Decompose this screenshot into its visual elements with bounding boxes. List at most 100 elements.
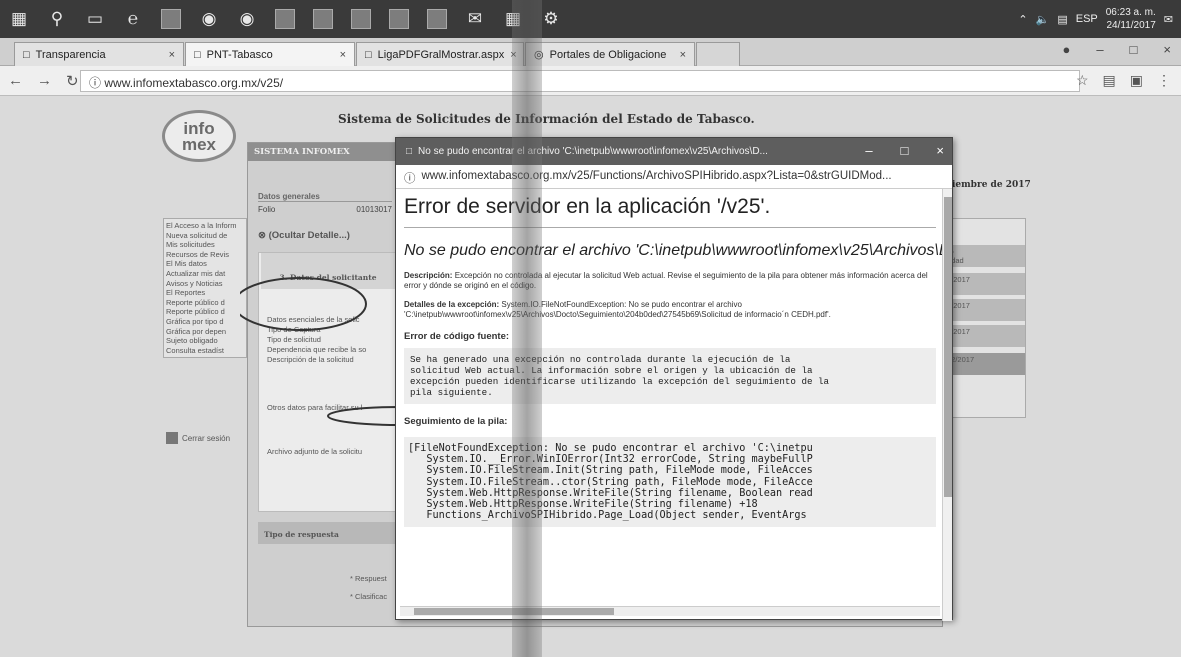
- edge-icon[interactable]: ℮: [114, 0, 152, 38]
- logout-link[interactable]: Cerrar sesión: [166, 432, 230, 444]
- taskbar: ▦ ⚲ ▭ ℮ ◉ ◉ ✉ ▦ ⚙ ⌃ 🔈 ▤ ESP 06:23 a. m. …: [0, 0, 1181, 38]
- site-title: Sistema de Solicitudes de Información de…: [338, 112, 755, 126]
- hide-details-link[interactable]: ⊗ (Ocultar Detalle...): [258, 230, 350, 241]
- menu-icon[interactable]: ⋮: [1157, 72, 1171, 89]
- folio-label: Folio: [258, 205, 276, 214]
- popup-title: No se pudo encontrar el archivo 'C:\inet…: [418, 146, 768, 157]
- tab-pnt-tabasco[interactable]: □ PNT-Tabasco ×: [185, 42, 355, 66]
- infomex-logo: info mex: [162, 110, 236, 162]
- network-icon[interactable]: ▤: [1057, 13, 1067, 26]
- close-icon[interactable]: ×: [680, 49, 686, 61]
- nav-item[interactable]: Gráfica por tipo d: [166, 317, 244, 327]
- mail-icon[interactable]: ✉: [456, 0, 494, 38]
- stack-trace: [FileNotFoundException: No se pudo encon…: [404, 437, 936, 528]
- nav-item[interactable]: Reporte público d: [166, 298, 244, 308]
- chrome-icon[interactable]: ◉: [190, 0, 228, 38]
- app-icon[interactable]: [380, 0, 418, 38]
- respuesta-label: * Respuest: [350, 574, 387, 583]
- error-title: Error de servidor en la aplicación '/v25…: [404, 195, 936, 228]
- extension-icon[interactable]: ▤: [1103, 72, 1116, 89]
- profile-icon[interactable]: ●: [1062, 42, 1070, 57]
- close-icon[interactable]: ×: [936, 143, 944, 158]
- nav-item[interactable]: El Acceso a la Inform: [166, 221, 244, 231]
- vertical-scrollbar[interactable]: [942, 189, 952, 621]
- nav-item[interactable]: Avisos y Noticias: [166, 279, 244, 289]
- app-icon[interactable]: [342, 0, 380, 38]
- nav-item[interactable]: Gráfica por depen: [166, 327, 244, 337]
- cell-text: 9: [947, 364, 1023, 373]
- horizontal-scrollbar[interactable]: [400, 606, 940, 616]
- form-label: Dependencia que recibe la so: [267, 345, 367, 354]
- description-label: Descripción:: [404, 271, 453, 280]
- tab-label: PNT-Tabasco: [206, 48, 273, 61]
- datos-generales: Datos generales Folio 01013017: [258, 192, 392, 214]
- nav-item[interactable]: El Reportes: [166, 288, 244, 298]
- app-icon[interactable]: [266, 0, 304, 38]
- search-icon[interactable]: ⚲: [38, 0, 76, 38]
- nav-buttons: ← → ↻: [8, 72, 79, 90]
- bookmark-star-icon[interactable]: ☆: [1076, 72, 1089, 89]
- nav-item[interactable]: Reporte público d: [166, 307, 244, 317]
- info-icon[interactable]: ⓘ: [89, 76, 101, 90]
- app-icon[interactable]: [304, 0, 342, 38]
- exception-details: Detalles de la excepción: System.IO.File…: [404, 300, 936, 319]
- task-view-icon[interactable]: ▭: [76, 0, 114, 38]
- table-cell[interactable]: 2/2017 9: [945, 299, 1025, 321]
- store-icon[interactable]: [152, 0, 190, 38]
- cell-text: 9: [947, 336, 1023, 345]
- address-actions: ☆ ▤ ▣ ⋮: [1076, 72, 1171, 89]
- notifications-icon[interactable]: ✉: [1164, 13, 1173, 26]
- form-label: Otros datos para facilitar su l: [267, 403, 363, 412]
- nav-item[interactable]: Sujeto obligado: [166, 336, 244, 346]
- table-cell[interactable]: 12/2017 9: [945, 353, 1025, 375]
- error-subtitle: No se pudo encontrar el archivo 'C:\inet…: [404, 242, 944, 259]
- url-text: www.infomextabasco.org.mx/v25/: [104, 76, 284, 90]
- maximize-icon[interactable]: □: [1130, 42, 1138, 57]
- windows-icon[interactable]: ▦: [0, 0, 38, 38]
- close-icon[interactable]: ×: [510, 49, 516, 61]
- left-nav-menu: El Acceso a la Inform Nueva solicitud de…: [163, 218, 247, 359]
- nav-item[interactable]: El Mis datos: [166, 259, 244, 269]
- nav-item[interactable]: Actualizar mis dat: [166, 269, 244, 279]
- volume-icon[interactable]: 🔈: [1036, 13, 1050, 26]
- excel-icon[interactable]: ▦: [494, 0, 532, 38]
- maximize-icon[interactable]: □: [901, 143, 909, 158]
- extension-icon[interactable]: ▣: [1130, 72, 1143, 89]
- table-cell[interactable]: 2/2017 9: [945, 325, 1025, 347]
- tab-portales[interactable]: ◎ Portales de Obligacione ×: [525, 42, 695, 66]
- forward-icon[interactable]: →: [37, 72, 52, 90]
- nav-item[interactable]: Mis solicitudes: [166, 240, 244, 250]
- minimize-icon[interactable]: –: [1096, 42, 1103, 57]
- hide-details-label: (Ocultar Detalle...): [268, 230, 350, 241]
- app-icon[interactable]: ◉: [228, 0, 266, 38]
- info-icon[interactable]: ⓘ: [404, 170, 416, 185]
- language-indicator[interactable]: ESP: [1076, 13, 1098, 25]
- new-tab-button[interactable]: [696, 42, 740, 66]
- door-icon: [166, 432, 178, 444]
- reload-icon[interactable]: ↻: [66, 72, 79, 90]
- url-input[interactable]: ⓘ www.infomextabasco.org.mx/v25/: [80, 70, 1080, 92]
- cell-text: 12/2017: [947, 355, 975, 364]
- cell-text: 2/2017: [947, 301, 970, 310]
- popup-url-bar[interactable]: ⓘ www.infomextabasco.org.mx/v25/Function…: [396, 165, 952, 189]
- app-icon[interactable]: [418, 0, 456, 38]
- cell-text: ro: [947, 247, 1023, 256]
- nav-item[interactable]: Recursos de Revis: [166, 250, 244, 260]
- clock[interactable]: 06:23 a. m. 24/11/2017: [1106, 6, 1156, 32]
- scrollbar-thumb[interactable]: [944, 197, 952, 497]
- settings-icon[interactable]: ⚙: [532, 0, 570, 38]
- minimize-icon[interactable]: –: [865, 143, 872, 158]
- close-icon[interactable]: ×: [340, 49, 346, 61]
- chevron-up-icon[interactable]: ⌃: [1018, 13, 1027, 26]
- tab-ligapdf[interactable]: □ LigaPDFGralMostrar.aspx ×: [356, 42, 524, 66]
- tab-transparencia[interactable]: □ Transparencia ×: [14, 42, 184, 66]
- form-label: Tipo de Captura: [267, 325, 321, 334]
- close-icon[interactable]: ×: [1163, 42, 1171, 57]
- nav-item[interactable]: Consulta estadíst: [166, 346, 244, 356]
- scrollbar-thumb[interactable]: [414, 608, 614, 615]
- nav-item[interactable]: Nueva solicitud de: [166, 231, 244, 241]
- table-cell[interactable]: 2/2017 9: [945, 273, 1025, 295]
- back-icon[interactable]: ←: [8, 72, 23, 90]
- tipo-respuesta-header: Tipo de respuesta: [258, 522, 398, 544]
- close-icon[interactable]: ×: [169, 49, 175, 61]
